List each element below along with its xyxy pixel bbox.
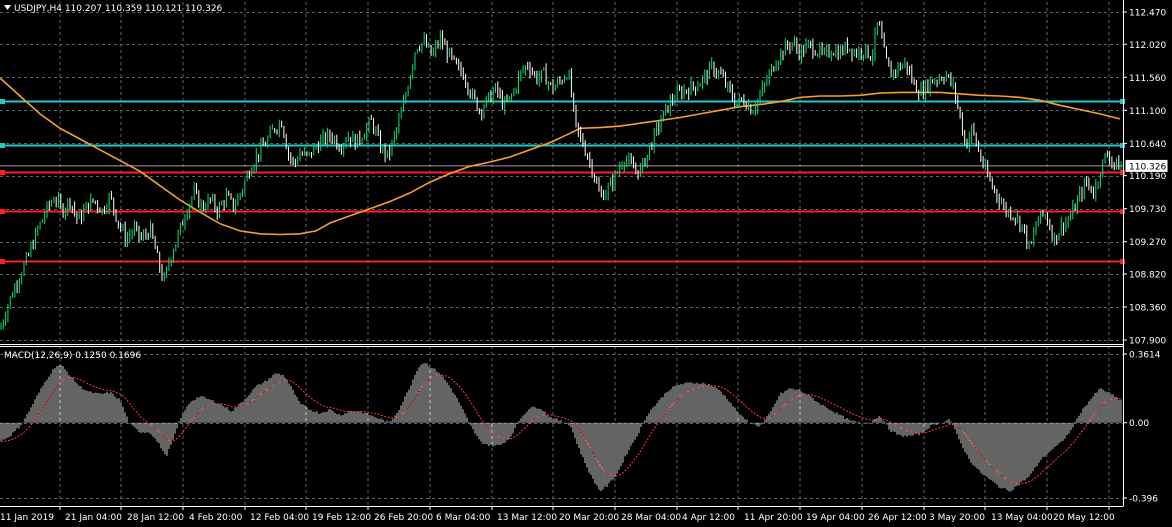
y-tick-label: 110.190: [1129, 172, 1166, 182]
y-tick-label: 110.640: [1129, 140, 1166, 150]
x-tick-label: 6 Mar 04:00: [436, 513, 491, 523]
support-line-handle[interactable]: [1120, 259, 1125, 264]
support-line-handle[interactable]: [0, 170, 5, 175]
symbol-header: USDJPY,H4 110.207 110.359 110.121 110.32…: [4, 4, 223, 14]
y-tick-label: 111.100: [1129, 107, 1166, 117]
y-tick-label: 111.560: [1129, 74, 1166, 84]
x-tick-label: 12 Feb 04:00: [250, 513, 309, 523]
support-line-handle[interactable]: [0, 259, 5, 264]
x-tick-label: 11 Jan 2019: [0, 513, 54, 523]
x-tick-label: 3 May 20:00: [929, 513, 985, 523]
x-tick-label: 19 Feb 12:00: [312, 513, 371, 523]
macd-tick-label: 0.3614: [1129, 351, 1161, 361]
current-price-label: 110.326: [1125, 159, 1168, 172]
resistance-line-handle[interactable]: [0, 143, 5, 148]
x-tick-label: 11 Apr 20:00: [744, 513, 803, 523]
y-tick-label: 112.470: [1129, 9, 1166, 19]
resistance-line-handle[interactable]: [0, 99, 5, 104]
macd-tick-label: -0.396: [1129, 495, 1158, 505]
x-tick-label: 19 Apr 04:00: [806, 513, 865, 523]
x-tick-label: 20 Mar 20:00: [559, 513, 619, 523]
x-tick-label: 20 May 12:00: [1053, 513, 1115, 523]
x-tick-label: 13 Mar 12:00: [497, 513, 557, 523]
chart-canvas[interactable]: 112.470 112.020 111.560 111.100 110.640 110.1…: [0, 0, 1172, 527]
y-tick-label: 109.270: [1129, 238, 1166, 248]
x-tick-label: 21 Jan 04:00: [65, 513, 122, 523]
support-line-handle[interactable]: [1120, 209, 1125, 214]
resistance-line-handle[interactable]: [1120, 99, 1125, 104]
y-tick-label: 108.360: [1129, 303, 1166, 313]
support-line-handle[interactable]: [0, 209, 5, 214]
macd-info: MACD(12,26,9) 0.1250 0.1696: [4, 351, 141, 361]
symbol-info: USDJPY,H4 110.207 110.359 110.121 110.32…: [14, 4, 223, 14]
y-tick-label: 112.020: [1129, 41, 1166, 51]
y-tick-label: 108.820: [1129, 270, 1166, 280]
y-tick-label: 109.730: [1129, 205, 1166, 215]
current-price-text: 110.326: [1129, 162, 1166, 172]
x-tick-label: 28 Mar 04:00: [621, 513, 681, 523]
support-line-handle[interactable]: [1120, 170, 1125, 175]
y-tick-label: 107.900: [1129, 337, 1166, 347]
x-tick-label: 13 May 04:00: [991, 513, 1053, 523]
macd-tick-label: 0.00: [1129, 419, 1149, 429]
x-tick-label: 26 Feb 20:00: [374, 513, 433, 523]
x-tick-label: 4 Feb 20:00: [189, 513, 243, 523]
x-tick-label: 26 Apr 12:00: [868, 513, 927, 523]
x-tick-label: 4 Apr 12:00: [682, 513, 735, 523]
x-tick-label: 28 Jan 12:00: [127, 513, 184, 523]
chart-background: [0, 0, 1172, 527]
